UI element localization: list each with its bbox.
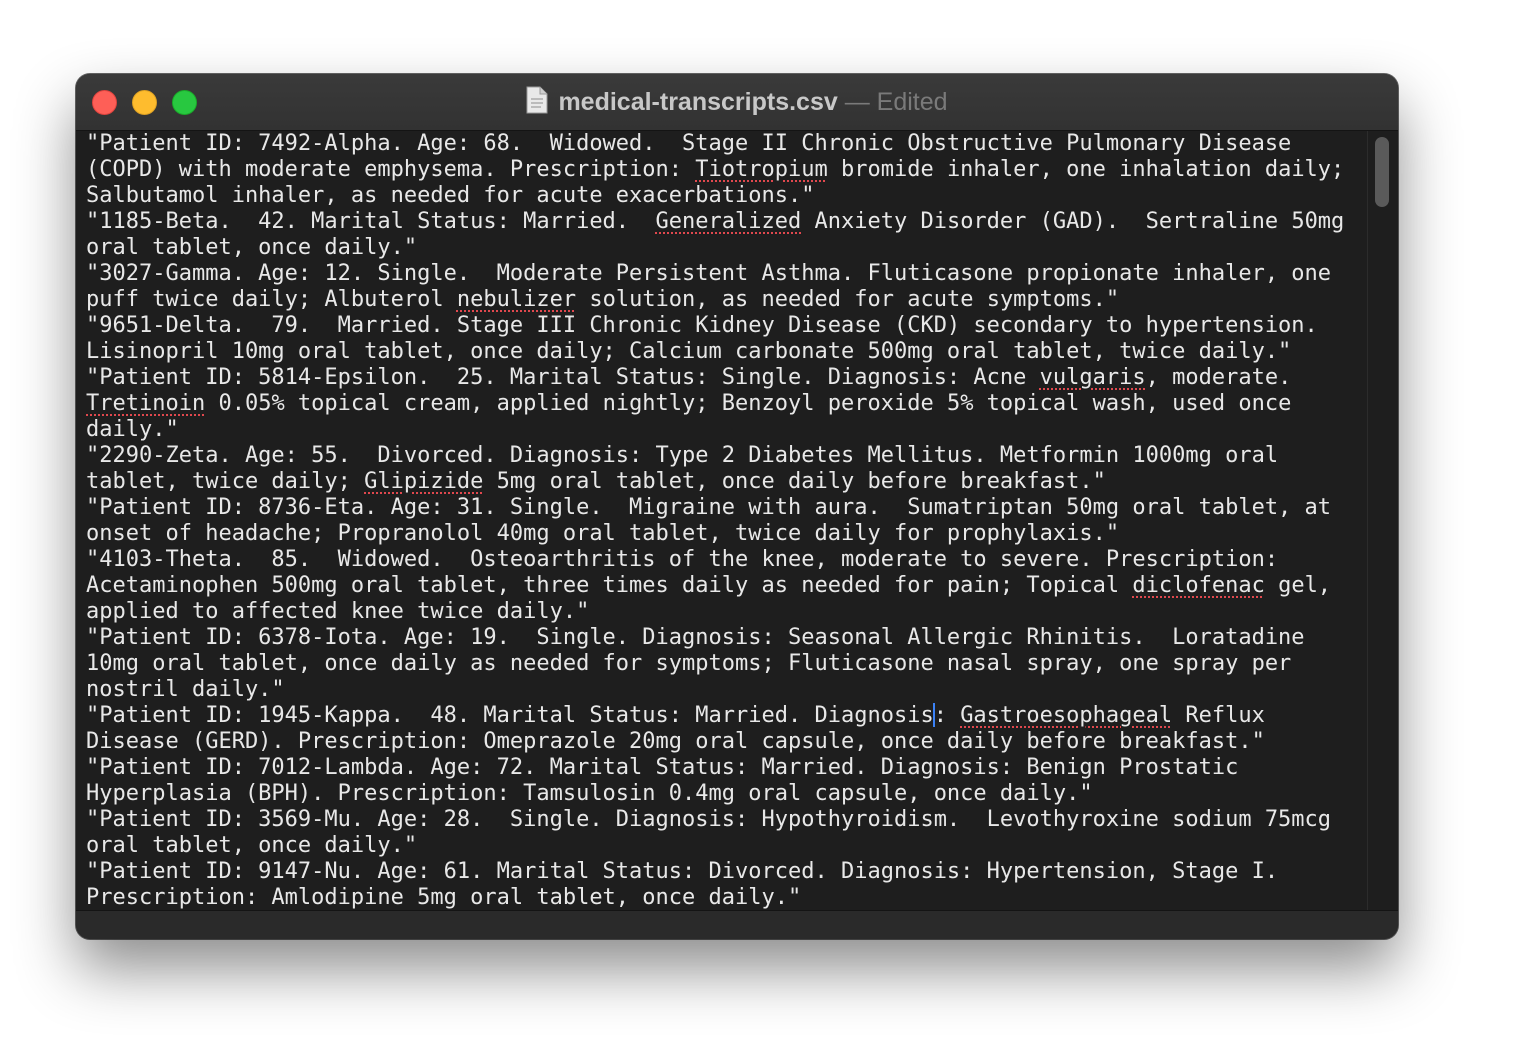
text-line: Disease (GERD). Prescription: Omeprazole… <box>86 729 1265 754</box>
text-line: oral tablet, once daily." <box>86 235 418 260</box>
text-line: Prescription: Amlodipine 5mg oral tablet… <box>86 885 802 910</box>
text-line: applied to affected knee twice daily." <box>86 599 590 624</box>
text-line: Salbutamol inhaler, as needed for acute … <box>86 183 815 208</box>
text-line: (COPD) with moderate emphysema. Prescrip… <box>86 157 1345 182</box>
scrollbar-thumb[interactable] <box>1375 137 1389 207</box>
text-line: "Patient ID: 8736-Eta. Age: 31. Single. … <box>86 495 1332 520</box>
text-line: Acetaminophen 500mg oral tablet, three t… <box>86 573 1332 598</box>
misspelled-word[interactable]: vulgaris <box>1040 365 1146 390</box>
text-line: "Patient ID: 6378-Iota. Age: 19. Single.… <box>86 625 1305 650</box>
bottom-bar <box>76 910 1398 939</box>
misspelled-word[interactable]: nebulizer <box>457 287 576 312</box>
text-line: oral tablet, once daily." <box>86 833 418 858</box>
text-line: tablet, twice daily; Glipizide 5mg oral … <box>86 469 1106 494</box>
text-line: "Patient ID: 7012-Lambda. Age: 72. Marit… <box>86 755 1239 780</box>
edited-status: Edited <box>876 88 948 116</box>
text-editor-area[interactable]: "Patient ID: 7492-Alpha. Age: 68. Widowe… <box>76 131 1368 911</box>
text-line: "2290-Zeta. Age: 55. Divorced. Diagnosis… <box>86 443 1279 468</box>
text-line: onset of headache; Propranolol 40mg oral… <box>86 521 1120 546</box>
misspelled-word[interactable]: Gastroesophageal <box>960 703 1172 728</box>
text-line: daily." <box>86 417 179 442</box>
text-line: "4103-Theta. 85. Widowed. Osteoarthritis… <box>86 547 1279 572</box>
text-line: Lisinopril 10mg oral tablet, once daily;… <box>86 339 1292 364</box>
text-line: "Patient ID: 5814-Epsilon. 25. Marital S… <box>86 365 1292 390</box>
vertical-scrollbar[interactable] <box>1367 131 1398 911</box>
text-line: "9651-Delta. 79. Married. Stage III Chro… <box>86 313 1318 338</box>
text-line: Tretinoin 0.05% topical cream, applied n… <box>86 391 1292 416</box>
window-title: medical-transcripts.csv — Edited <box>76 86 1398 121</box>
text-caret <box>932 703 935 727</box>
text-editor-window: medical-transcripts.csv — Edited "Patien… <box>76 74 1398 939</box>
text-line: "3027-Gamma. Age: 12. Single. Moderate P… <box>86 261 1332 286</box>
text-line: nostril daily." <box>86 677 285 702</box>
text-line: "Patient ID: 7492-Alpha. Age: 68. Widowe… <box>86 131 1292 156</box>
text-line: puff twice daily; Albuterol nebulizer so… <box>86 287 1120 312</box>
text-line: "Patient ID: 1945-Kappa. 48. Marital Sta… <box>86 703 1265 728</box>
misspelled-word[interactable]: Glipizide <box>364 469 483 494</box>
text-line: 10mg oral tablet, once daily as needed f… <box>86 651 1292 676</box>
text-line: "Patient ID: 3569-Mu. Age: 28. Single. D… <box>86 807 1332 832</box>
title-separator: — <box>844 88 870 116</box>
document-text[interactable]: "Patient ID: 7492-Alpha. Age: 68. Widowe… <box>76 131 1368 911</box>
title-bar[interactable]: medical-transcripts.csv — Edited <box>76 74 1398 131</box>
file-name: medical-transcripts.csv <box>558 88 838 116</box>
document-icon <box>526 86 548 121</box>
misspelled-word[interactable]: diclofenac <box>1132 573 1264 598</box>
text-line: Hyperplasia (BPH). Prescription: Tamsulo… <box>86 781 1093 806</box>
misspelled-word[interactable]: Generalized <box>656 209 802 234</box>
misspelled-word[interactable]: Tretinoin <box>86 391 205 416</box>
text-line: "Patient ID: 9147-Nu. Age: 61. Marital S… <box>86 859 1279 884</box>
text-line: "1185-Beta. 42. Marital Status: Married.… <box>86 209 1345 234</box>
misspelled-word[interactable]: Tiotropium <box>695 157 827 182</box>
